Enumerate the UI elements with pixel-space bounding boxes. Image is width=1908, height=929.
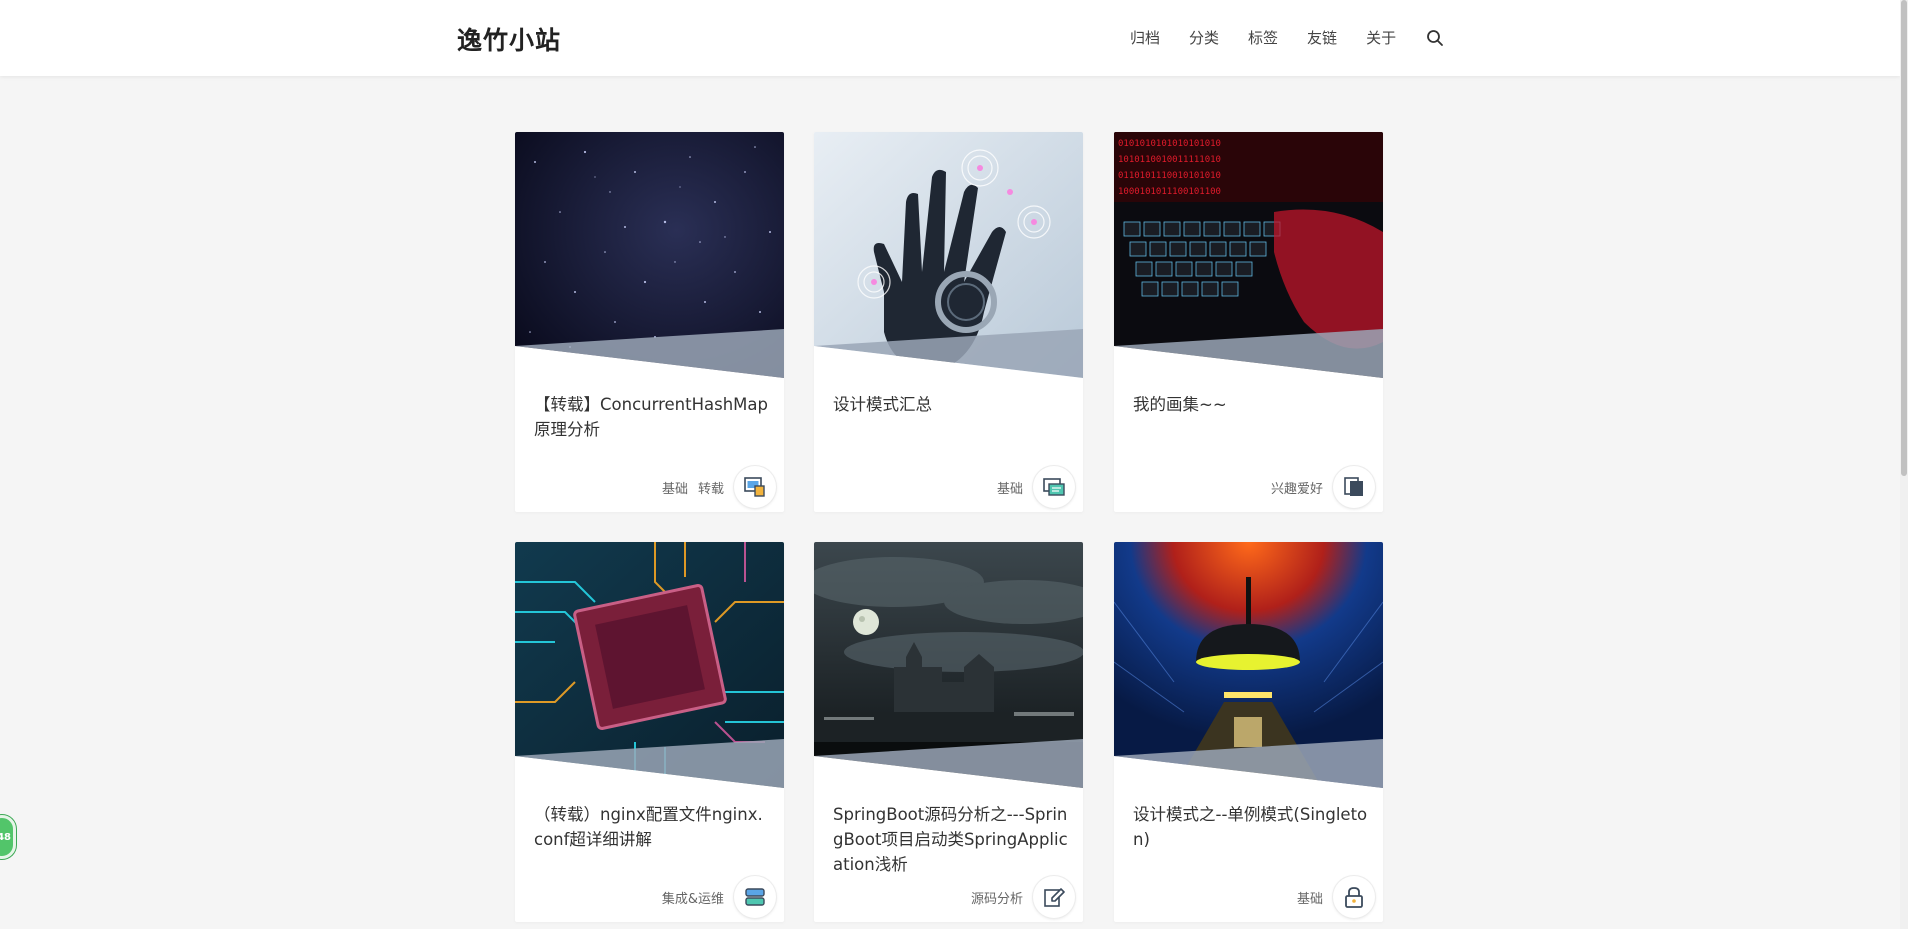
post-cover-image[interactable] <box>814 542 1083 788</box>
post-tag[interactable]: 集成&运维 <box>662 888 724 907</box>
post-tag[interactable]: 源码分析 <box>971 888 1023 907</box>
post-footer: 源码分析 <box>971 874 1075 920</box>
post-card[interactable]: 设计模式之--单例模式(Singleton) 基础 <box>1114 542 1383 922</box>
post-footer: 基础 转载 <box>662 464 776 510</box>
post-card[interactable]: 设计模式汇总 基础 <box>814 132 1083 512</box>
nav-tags[interactable]: 标签 <box>1248 27 1278 48</box>
post-tag[interactable]: 基础 <box>1297 888 1323 907</box>
post-tag[interactable]: 基础 <box>662 478 688 497</box>
post-footer: 基础 <box>997 464 1075 510</box>
scrollbar-thumb[interactable] <box>1901 0 1907 476</box>
post-tag[interactable]: 转载 <box>698 478 724 497</box>
floating-counter-badge[interactable]: 48 <box>0 815 16 859</box>
search-icon[interactable] <box>1426 29 1444 47</box>
post-card[interactable]: 【转载】ConcurrentHashMap原理分析 基础 转载 <box>515 132 784 512</box>
post-title[interactable]: 【转载】ConcurrentHashMap原理分析 <box>534 392 770 442</box>
main-nav: 归档 分类 标签 友链 关于 <box>1130 27 1444 48</box>
post-cover-image[interactable]: 0101010101010101010 1010110010011111010 01… <box>1114 132 1383 378</box>
post-title[interactable]: 设计模式汇总 <box>833 392 1069 417</box>
post-cover-image[interactable] <box>515 542 784 788</box>
server-stack-icon[interactable] <box>734 876 776 918</box>
post-title[interactable]: 设计模式之--单例模式(Singleton) <box>1133 802 1369 852</box>
post-card[interactable]: SpringBoot源码分析之---SpringBoot项目启动类SpringA… <box>814 542 1083 922</box>
photo-gallery-icon[interactable] <box>734 466 776 508</box>
nav-about[interactable]: 关于 <box>1366 27 1396 48</box>
site-header: 逸竹小站 归档 分类 标签 友链 关于 <box>0 0 1900 76</box>
site-logo[interactable]: 逸竹小站 <box>457 21 561 57</box>
nav-links[interactable]: 友链 <box>1307 27 1337 48</box>
post-card[interactable]: （转载）nginx配置文件nginx.conf超详细讲解 集成&运维 <box>515 542 784 922</box>
post-title[interactable]: SpringBoot源码分析之---SpringBoot项目启动类SpringA… <box>833 802 1069 877</box>
post-title[interactable]: 我的画集~~ <box>1133 392 1369 417</box>
post-footer: 集成&运维 <box>662 874 776 920</box>
post-cover-image[interactable] <box>515 132 784 378</box>
copy-pages-icon[interactable] <box>1333 466 1375 508</box>
post-tag[interactable]: 基础 <box>997 478 1023 497</box>
post-footer: 基础 <box>1297 874 1375 920</box>
floating-badge-text: 48 <box>0 831 11 843</box>
post-footer: 兴趣爱好 <box>1271 464 1375 510</box>
nav-categories[interactable]: 分类 <box>1189 27 1219 48</box>
post-tag[interactable]: 兴趣爱好 <box>1271 478 1323 497</box>
monitor-icon[interactable] <box>1033 466 1075 508</box>
post-card[interactable]: 0101010101010101010 1010110010011111010 01… <box>1114 132 1383 512</box>
post-title[interactable]: （转载）nginx配置文件nginx.conf超详细讲解 <box>534 802 770 852</box>
post-cover-image[interactable] <box>814 132 1083 378</box>
edit-pencil-icon[interactable] <box>1033 876 1075 918</box>
padlock-icon[interactable] <box>1333 876 1375 918</box>
post-cover-image[interactable] <box>1114 542 1383 788</box>
nav-archive[interactable]: 归档 <box>1130 27 1160 48</box>
